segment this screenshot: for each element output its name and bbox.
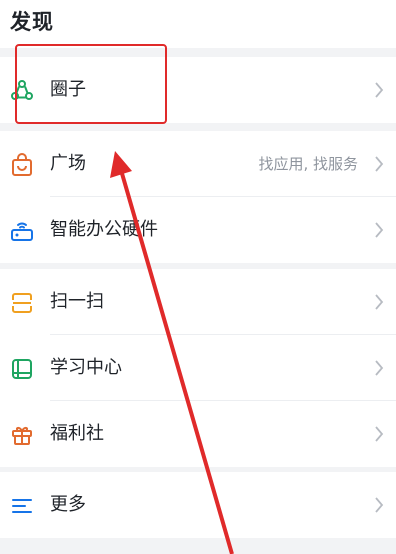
menu-item-label: 更多 xyxy=(50,494,86,515)
chevron-right-icon xyxy=(374,293,384,311)
menu-item-square[interactable]: 广场 找应用, 找服务 xyxy=(0,131,396,197)
menu-item-label: 学习中心 xyxy=(50,357,122,378)
circle-network-icon xyxy=(10,79,34,103)
more-menu-icon xyxy=(10,494,34,518)
menu-item-more[interactable]: 更多 xyxy=(0,472,396,538)
menu-item-label: 智能办公硬件 xyxy=(50,219,158,240)
gift-icon xyxy=(10,423,34,447)
menu-item-scan[interactable]: 扫一扫 xyxy=(0,269,396,335)
menu-item-learning-center[interactable]: 学习中心 xyxy=(0,335,396,401)
group-tools: 扫一扫 学习中心 福利社 xyxy=(0,269,396,467)
scan-icon xyxy=(10,291,34,315)
chevron-right-icon xyxy=(374,81,384,99)
chevron-right-icon xyxy=(374,425,384,443)
shopping-bag-icon xyxy=(10,153,34,177)
group-more: 更多 xyxy=(0,472,396,538)
menu-item-hint: 找应用, 找服务 xyxy=(258,155,358,173)
group-circles: 圈子 xyxy=(0,57,396,123)
chevron-right-icon xyxy=(374,221,384,239)
book-icon xyxy=(10,357,34,381)
chevron-right-icon xyxy=(374,496,384,514)
page-title: 发现 xyxy=(10,10,54,34)
menu-item-circles[interactable]: 圈子 xyxy=(0,57,396,123)
menu-item-label: 圈子 xyxy=(50,79,86,100)
header: 发现 xyxy=(0,0,396,48)
menu-item-label: 扫一扫 xyxy=(50,291,104,312)
router-device-icon xyxy=(10,219,34,243)
menu-item-label: 福利社 xyxy=(50,423,104,444)
menu-item-label: 广场 xyxy=(50,153,86,174)
chevron-right-icon xyxy=(374,359,384,377)
menu-item-welfare[interactable]: 福利社 xyxy=(0,401,396,467)
menu-item-smart-hardware[interactable]: 智能办公硬件 xyxy=(0,197,396,263)
chevron-right-icon xyxy=(374,155,384,173)
group-square: 广场 找应用, 找服务 智能办公硬件 xyxy=(0,131,396,263)
